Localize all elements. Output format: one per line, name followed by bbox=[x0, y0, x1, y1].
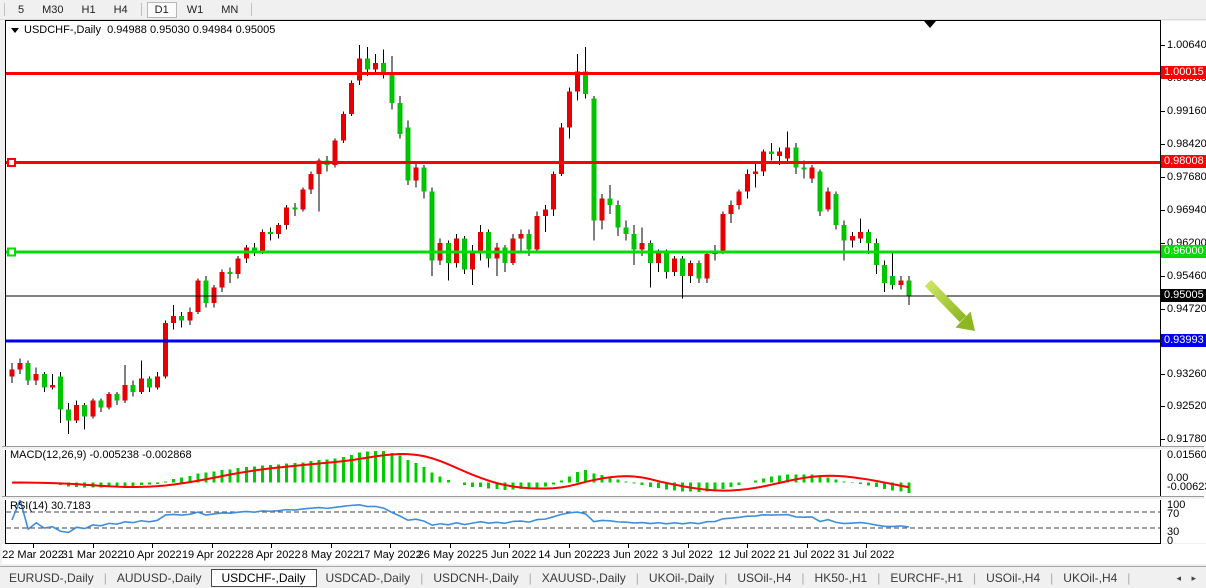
date-tick-mark bbox=[390, 544, 391, 548]
chart-tab-ukoil-h4[interactable]: UKOil-,H4 bbox=[1054, 569, 1126, 587]
timeframe-toolbar: 5M30H1H4 D1W1MN bbox=[0, 0, 1206, 20]
rsi-pane-separator[interactable] bbox=[2, 496, 1204, 500]
price-tick-mark bbox=[1161, 439, 1165, 440]
price-tick-mark bbox=[1161, 144, 1165, 145]
date-tick-label: 31 Jul 2022 bbox=[821, 549, 911, 561]
chart-shift-marker-icon[interactable] bbox=[924, 21, 936, 28]
date-tick-mark bbox=[688, 544, 689, 548]
price-tick-label: 0.98420 bbox=[1167, 138, 1206, 150]
chart-tab-xauusd-daily[interactable]: XAUUSD-,Daily bbox=[533, 569, 635, 587]
timeframe-button-h1[interactable]: H1 bbox=[74, 2, 104, 18]
date-tick-mark bbox=[509, 544, 510, 548]
rsi-axis-label: 70 bbox=[1167, 508, 1179, 520]
date-tick-mark bbox=[331, 544, 332, 548]
timeframe-button-h4[interactable]: H4 bbox=[106, 2, 136, 18]
timeframe-button-mn[interactable]: MN bbox=[213, 2, 246, 18]
price-tick-mark bbox=[1161, 243, 1165, 244]
price-tick-mark bbox=[1161, 374, 1165, 375]
macd-axis-min: -0.00623 bbox=[1167, 481, 1206, 493]
chart-tab-eurchf-h1[interactable]: EURCHF-,H1 bbox=[881, 569, 972, 587]
date-tick-mark bbox=[747, 544, 748, 548]
macd-pane-separator[interactable] bbox=[2, 446, 1204, 450]
price-tick-label: 0.91780 bbox=[1167, 433, 1206, 445]
price-tick-label: 0.94720 bbox=[1167, 303, 1206, 315]
price-tick-mark bbox=[1161, 276, 1165, 277]
price-axis bbox=[1161, 21, 1206, 543]
tab-separator: | bbox=[1126, 571, 1131, 585]
price-level-badge: 0.96000 bbox=[1161, 245, 1206, 258]
chart-tab-ukoil-daily[interactable]: UKOil-,Daily bbox=[640, 569, 723, 587]
price-tick-label: 0.96940 bbox=[1167, 204, 1206, 216]
date-tick-mark bbox=[212, 544, 213, 548]
chart-tab-hk50-h1[interactable]: HK50-,H1 bbox=[806, 569, 877, 587]
price-tick-label: 0.99160 bbox=[1167, 105, 1206, 117]
symbol-tabbar: EURUSD-,Daily | AUDUSD-,DailyUSDCHF-,Daily… bbox=[0, 566, 1206, 588]
price-tick-label: 0.97680 bbox=[1167, 171, 1206, 183]
chart-ohlc-values: 0.94988 0.95030 0.94984 0.95005 bbox=[107, 24, 275, 36]
price-level-badge: 1.00015 bbox=[1161, 66, 1206, 79]
price-tick-label: 0.93260 bbox=[1167, 368, 1206, 380]
price-tick-mark bbox=[1161, 45, 1165, 46]
price-tick-mark bbox=[1161, 111, 1165, 112]
timeframe-button-d1[interactable]: D1 bbox=[147, 2, 177, 18]
price-tick-mark bbox=[1161, 210, 1165, 211]
date-tick-mark bbox=[33, 544, 34, 548]
chart-title: USDCHF-,Daily 0.94988 0.95030 0.94984 0.… bbox=[11, 24, 275, 36]
date-tick-mark bbox=[152, 544, 153, 548]
chart-plot-area[interactable] bbox=[6, 21, 1160, 543]
price-level-badge: 0.98008 bbox=[1161, 155, 1206, 168]
macd-indicator-title: MACD(12,26,9) -0.005238 -0.002868 bbox=[10, 449, 192, 461]
chart-tab-usoil-h4[interactable]: USOil-,H4 bbox=[728, 569, 800, 587]
date-tick-mark bbox=[569, 544, 570, 548]
price-tick-label: 0.92520 bbox=[1167, 400, 1206, 412]
tab-scroll-arrows[interactable]: ◂ ▸ bbox=[1176, 573, 1200, 584]
price-tick-mark bbox=[1161, 309, 1165, 310]
price-tick-mark bbox=[1161, 406, 1165, 407]
date-tick-mark bbox=[271, 544, 272, 548]
timeframe-button-5[interactable]: 5 bbox=[10, 2, 32, 18]
timeframe-button-m30[interactable]: M30 bbox=[34, 2, 71, 18]
chart-tab-usoil-h4[interactable]: USOil-,H4 bbox=[977, 569, 1049, 587]
date-tick-mark bbox=[628, 544, 629, 548]
date-tick-mark bbox=[93, 544, 94, 548]
chart-symbol-label: USDCHF-,Daily bbox=[24, 24, 101, 36]
price-level-badge: 0.95005 bbox=[1161, 289, 1206, 302]
chart-tab-usdcnh-daily[interactable]: USDCNH-,Daily bbox=[424, 569, 527, 587]
timeframe-button-w1[interactable]: W1 bbox=[179, 2, 212, 18]
toolbar-separator bbox=[251, 3, 252, 16]
chart-tab-audusd-daily[interactable]: AUDUSD-,Daily bbox=[108, 569, 211, 587]
price-level-badge: 0.93993 bbox=[1161, 334, 1206, 347]
mt4-window: 5M30H1H4 D1W1MN USDCHF-,Daily 0.94988 0.9… bbox=[0, 0, 1206, 588]
date-tick-mark bbox=[807, 544, 808, 548]
toolbar-separator bbox=[141, 3, 142, 16]
chart-tab-usdchf-daily[interactable]: USDCHF-,Daily bbox=[211, 569, 317, 587]
date-tick-mark bbox=[866, 544, 867, 548]
price-tick-label: 1.00640 bbox=[1167, 39, 1206, 51]
macd-axis-max: 0.015605 bbox=[1167, 449, 1206, 461]
price-tick-label: 0.95460 bbox=[1167, 270, 1206, 282]
symbol-dropdown-icon[interactable] bbox=[11, 28, 19, 33]
chart-tab-usdcad-daily[interactable]: USDCAD-,Daily bbox=[317, 569, 420, 587]
date-tick-mark bbox=[450, 544, 451, 548]
rsi-indicator-title: RSI(14) 30.7183 bbox=[10, 500, 91, 512]
rsi-axis-label: 0 bbox=[1167, 535, 1173, 547]
price-tick-mark bbox=[1161, 177, 1165, 178]
chart-tab-eurusd-daily[interactable]: EURUSD-,Daily bbox=[0, 569, 103, 587]
